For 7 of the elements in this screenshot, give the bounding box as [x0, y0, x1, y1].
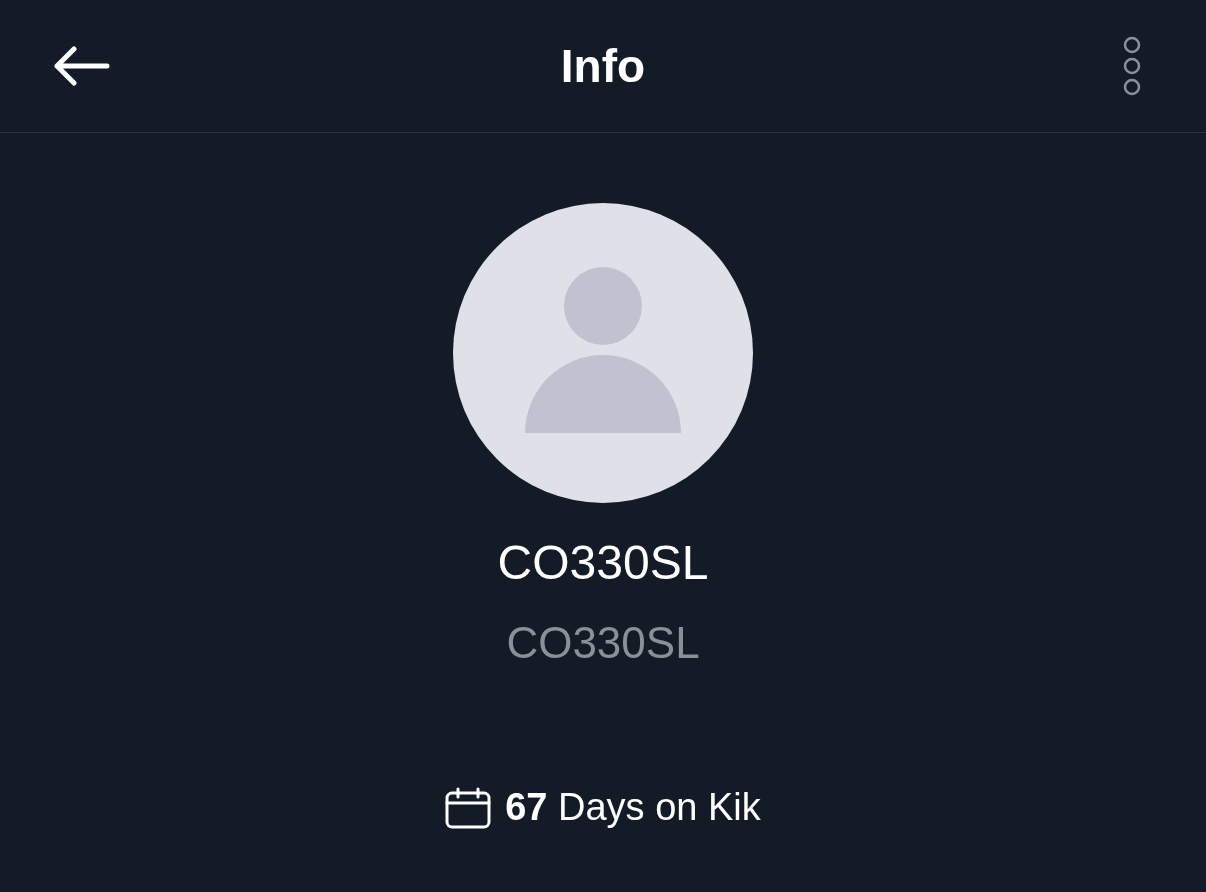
membership-duration: 67 Days on Kik: [505, 785, 761, 830]
display-name: CO330SL: [497, 535, 709, 591]
username: CO330SL: [506, 617, 700, 669]
page-title: Info: [560, 38, 646, 94]
back-icon: [52, 46, 110, 86]
calendar-icon: [445, 786, 492, 829]
more-icon: [1122, 36, 1142, 96]
